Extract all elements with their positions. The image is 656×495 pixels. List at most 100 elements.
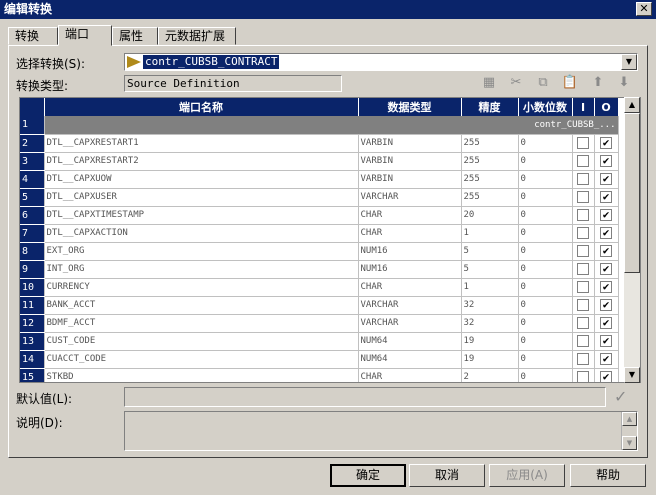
table-row[interactable]: 14 CUACCT_CODE NUM64 19 0 ✔ xyxy=(20,350,619,369)
scale-cell[interactable]: 0 xyxy=(518,260,573,279)
scale-cell[interactable]: 0 xyxy=(518,296,573,315)
datatype-cell[interactable]: CHAR xyxy=(358,206,462,225)
cut-icon[interactable]: ✂ xyxy=(507,74,525,92)
description-field[interactable]: ▲ ▼ xyxy=(124,411,638,451)
input-checkbox[interactable] xyxy=(577,353,589,365)
apply-button[interactable]: 应用(A) xyxy=(489,464,565,487)
output-checkbox[interactable]: ✔ xyxy=(600,317,612,329)
input-checkbox[interactable] xyxy=(577,245,589,257)
row-number[interactable]: 9 xyxy=(20,260,45,279)
column-header-scale[interactable]: 小数位数 xyxy=(518,98,573,116)
tab-ports[interactable]: 端口 xyxy=(58,25,112,46)
precision-cell[interactable]: 5 xyxy=(461,242,519,261)
precision-cell[interactable]: 255 xyxy=(461,134,519,153)
output-checkbox[interactable]: ✔ xyxy=(600,353,612,365)
precision-cell[interactable]: 32 xyxy=(461,296,519,315)
table-row[interactable]: 2 DTL__CAPXRESTART1 VARBIN 255 0 ✔ xyxy=(20,134,619,153)
row-number[interactable]: 7 xyxy=(20,224,45,243)
input-checkbox[interactable] xyxy=(577,371,589,382)
scale-cell[interactable]: 0 xyxy=(518,314,573,333)
datatype-cell[interactable]: VARCHAR xyxy=(358,188,462,207)
port-name-cell[interactable]: CURRENCY xyxy=(44,278,359,297)
input-checkbox[interactable] xyxy=(577,137,589,149)
close-button[interactable]: ✕ xyxy=(636,2,652,16)
scale-cell[interactable]: 0 xyxy=(518,134,573,153)
table-row[interactable]: 4 DTL__CAPXUOW VARBIN 255 0 ✔ xyxy=(20,170,619,189)
help-button[interactable]: 帮助 xyxy=(570,464,646,487)
output-checkbox[interactable]: ✔ xyxy=(600,371,612,382)
output-checkbox[interactable]: ✔ xyxy=(600,281,612,293)
datatype-cell[interactable]: VARBIN xyxy=(358,152,462,171)
input-checkbox[interactable] xyxy=(577,209,589,221)
tab-transform[interactable]: 转换 xyxy=(8,27,58,45)
scale-cell[interactable]: 0 xyxy=(518,278,573,297)
table-row[interactable]: 15 STKBD CHAR 2 0 ✔ xyxy=(20,368,619,382)
output-checkbox[interactable]: ✔ xyxy=(600,137,612,149)
datatype-cell[interactable]: CHAR xyxy=(358,368,462,382)
scroll-up-icon[interactable]: ▲ xyxy=(622,412,637,426)
grid-scrollbar[interactable]: ▲ ▼ xyxy=(624,97,640,383)
input-checkbox[interactable] xyxy=(577,191,589,203)
precision-cell[interactable]: 255 xyxy=(461,170,519,189)
output-checkbox[interactable]: ✔ xyxy=(600,245,612,257)
datatype-cell[interactable]: VARBIN xyxy=(358,134,462,153)
datatype-cell[interactable]: NUM64 xyxy=(358,350,462,369)
input-checkbox[interactable] xyxy=(577,299,589,311)
scroll-down-icon[interactable]: ▼ xyxy=(622,436,637,450)
scale-cell[interactable]: 0 xyxy=(518,224,573,243)
precision-cell[interactable]: 19 xyxy=(461,350,519,369)
port-name-cell[interactable]: BDMF_ACCT xyxy=(44,314,359,333)
output-checkbox[interactable]: ✔ xyxy=(600,155,612,167)
input-checkbox[interactable] xyxy=(577,335,589,347)
row-number[interactable]: 2 xyxy=(20,134,45,153)
row-number[interactable]: 15 xyxy=(20,368,45,382)
port-name-cell[interactable]: INT_ORG xyxy=(44,260,359,279)
port-name-cell[interactable]: DTL__CAPXRESTART1 xyxy=(44,134,359,153)
scale-cell[interactable]: 0 xyxy=(518,350,573,369)
port-name-cell[interactable]: DTL__CAPXUSER xyxy=(44,188,359,207)
output-checkbox[interactable]: ✔ xyxy=(600,173,612,185)
table-row[interactable]: 13 CUST_CODE NUM64 19 0 ✔ xyxy=(20,332,619,351)
table-row[interactable]: 5 DTL__CAPXUSER VARCHAR 255 0 ✔ xyxy=(20,188,619,207)
precision-cell[interactable]: 255 xyxy=(461,188,519,207)
table-row[interactable]: 3 DTL__CAPXRESTART2 VARBIN 255 0 ✔ xyxy=(20,152,619,171)
row-number[interactable]: 12 xyxy=(20,314,45,333)
output-checkbox[interactable]: ✔ xyxy=(600,191,612,203)
port-name-cell[interactable]: BANK_ACCT xyxy=(44,296,359,315)
output-checkbox[interactable]: ✔ xyxy=(600,335,612,347)
datatype-cell[interactable]: VARBIN xyxy=(358,170,462,189)
row-number[interactable]: 13 xyxy=(20,332,45,351)
scroll-down-icon[interactable]: ▼ xyxy=(624,367,640,383)
precision-cell[interactable]: 2 xyxy=(461,368,519,382)
port-name-cell[interactable]: DTL__CAPXTIMESTAMP xyxy=(44,206,359,225)
precision-cell[interactable]: 1 xyxy=(461,224,519,243)
row-number[interactable]: 5 xyxy=(20,188,45,207)
description-scrollbar[interactable]: ▲ ▼ xyxy=(621,412,637,450)
scale-cell[interactable]: 0 xyxy=(518,368,573,382)
column-header-output[interactable]: O xyxy=(594,98,619,116)
column-header-datatype[interactable]: 数据类型 xyxy=(358,98,462,116)
row-number[interactable]: 1 xyxy=(20,116,45,135)
datatype-cell[interactable]: VARCHAR xyxy=(358,314,462,333)
precision-cell[interactable]: 19 xyxy=(461,332,519,351)
column-header-port-name[interactable]: 端口名称 xyxy=(44,98,359,116)
input-checkbox[interactable] xyxy=(577,263,589,275)
scale-cell[interactable]: 0 xyxy=(518,152,573,171)
datatype-cell[interactable]: CHAR xyxy=(358,278,462,297)
table-row[interactable]: 6 DTL__CAPXTIMESTAMP CHAR 20 0 ✔ xyxy=(20,206,619,225)
row-number[interactable]: 14 xyxy=(20,350,45,369)
table-row[interactable]: 7 DTL__CAPXACTION CHAR 1 0 ✔ xyxy=(20,224,619,243)
precision-cell[interactable]: 5 xyxy=(461,260,519,279)
paste-icon[interactable]: 📋 xyxy=(561,74,579,92)
column-header-input[interactable]: I xyxy=(572,98,595,116)
output-checkbox[interactable]: ✔ xyxy=(600,227,612,239)
input-checkbox[interactable] xyxy=(577,173,589,185)
input-checkbox[interactable] xyxy=(577,281,589,293)
table-row[interactable]: 8 EXT_ORG NUM16 5 0 ✔ xyxy=(20,242,619,261)
input-checkbox[interactable] xyxy=(577,227,589,239)
cancel-button[interactable]: 取消 xyxy=(409,464,485,487)
output-checkbox[interactable]: ✔ xyxy=(600,299,612,311)
precision-cell[interactable]: 20 xyxy=(461,206,519,225)
datatype-cell[interactable]: NUM16 xyxy=(358,242,462,261)
scale-cell[interactable]: 0 xyxy=(518,242,573,261)
